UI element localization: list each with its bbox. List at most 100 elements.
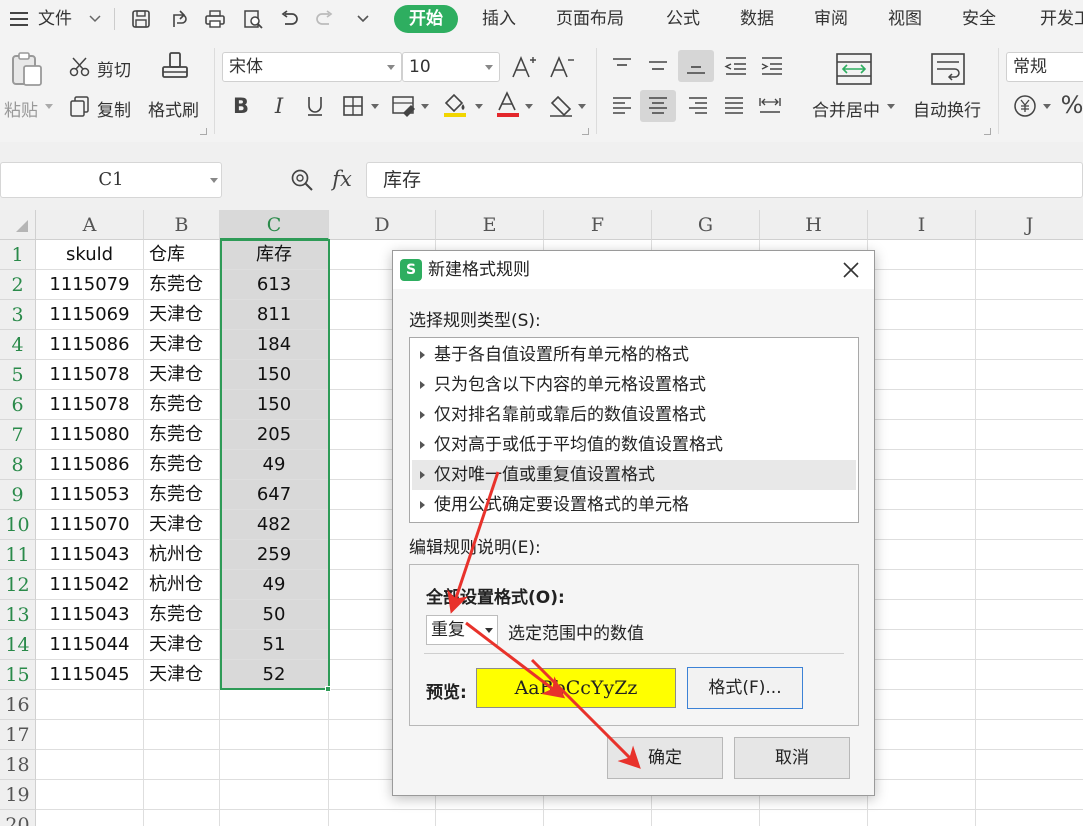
cell-c-17[interactable] <box>220 720 329 750</box>
column-header-h[interactable]: H <box>760 210 868 240</box>
cell-empty[interactable] <box>976 570 1083 600</box>
cell-a-11[interactable]: 1115043 <box>36 540 144 570</box>
cell-empty[interactable] <box>868 630 976 660</box>
borders-dropdown-icon[interactable] <box>371 104 379 109</box>
export-icon[interactable] <box>166 6 192 32</box>
cell-empty[interactable] <box>868 270 976 300</box>
column-header-g[interactable]: G <box>652 210 760 240</box>
duplicate-unique-select[interactable]: 重复 <box>426 615 498 645</box>
cell-a-1[interactable]: skuld <box>36 240 144 270</box>
row-header[interactable]: 4 <box>0 330 36 360</box>
cell-a-20[interactable] <box>36 810 144 826</box>
fill-color-dropdown-icon[interactable] <box>475 104 483 109</box>
cell-empty[interactable] <box>976 780 1083 810</box>
hamburger-menu-icon[interactable] <box>6 6 32 32</box>
cancel-button[interactable]: 取消 <box>734 737 850 779</box>
increase-font-size-icon[interactable] <box>510 52 538 82</box>
file-menu[interactable]: 文件 <box>38 0 72 38</box>
cell-c-20[interactable] <box>220 810 329 826</box>
cell-empty[interactable] <box>868 510 976 540</box>
merge-center-button[interactable]: 合并居中 <box>812 96 880 121</box>
font-size-select[interactable]: 10 <box>402 52 500 82</box>
cell-c-10[interactable]: 482 <box>220 510 329 540</box>
cell-a-6[interactable]: 1115078 <box>36 390 144 420</box>
cell-b-1[interactable]: 仓库 <box>144 240 220 270</box>
cell-empty[interactable] <box>868 810 976 826</box>
copy-button[interactable]: 复制 <box>97 96 131 121</box>
percent-icon[interactable]: % <box>1060 90 1083 120</box>
rule-type-item[interactable]: 仅对唯一值或重复值设置格式 <box>412 460 856 490</box>
cell-empty[interactable] <box>976 420 1083 450</box>
row-header[interactable]: 12 <box>0 570 36 600</box>
row-header[interactable]: 17 <box>0 720 36 750</box>
print-preview-icon[interactable] <box>240 6 266 32</box>
cell-b-11[interactable]: 杭州仓 <box>144 540 220 570</box>
cell-c-14[interactable]: 51 <box>220 630 329 660</box>
row-header[interactable]: 13 <box>0 600 36 630</box>
cell-empty[interactable] <box>544 810 652 826</box>
cell-c-6[interactable]: 150 <box>220 390 329 420</box>
cell-empty[interactable] <box>868 600 976 630</box>
decrease-font-size-icon[interactable] <box>548 52 576 82</box>
cell-b-5[interactable]: 天津仓 <box>144 360 220 390</box>
bold-icon[interactable]: B <box>228 92 254 120</box>
formula-input[interactable]: 库存 <box>366 162 1083 198</box>
cell-empty[interactable] <box>976 720 1083 750</box>
borders-icon[interactable] <box>340 92 366 120</box>
cell-a-3[interactable]: 1115069 <box>36 300 144 330</box>
column-header-j[interactable]: J <box>976 210 1083 240</box>
cell-c-9[interactable]: 647 <box>220 480 329 510</box>
cell-empty[interactable] <box>976 750 1083 780</box>
undo-icon[interactable] <box>276 6 302 32</box>
tab-home[interactable]: 开始 <box>394 5 458 33</box>
cell-c-4[interactable]: 184 <box>220 330 329 360</box>
chevron-down-icon[interactable] <box>82 6 108 32</box>
justify-icon[interactable] <box>720 92 748 120</box>
cell-c-13[interactable]: 50 <box>220 600 329 630</box>
cell-empty[interactable] <box>976 630 1083 660</box>
cell-c-1[interactable]: 库存 <box>220 240 329 270</box>
cell-empty[interactable] <box>436 810 544 826</box>
rule-type-item[interactable]: 只为包含以下内容的单元格设置格式 <box>412 370 856 400</box>
cell-a-9[interactable]: 1115053 <box>36 480 144 510</box>
cell-c-5[interactable]: 150 <box>220 360 329 390</box>
cell-empty[interactable] <box>868 750 976 780</box>
cell-empty[interactable] <box>976 360 1083 390</box>
cell-a-5[interactable]: 1115078 <box>36 360 144 390</box>
cell-empty[interactable] <box>868 300 976 330</box>
row-header[interactable]: 19 <box>0 780 36 810</box>
rule-type-item[interactable]: 仅对排名靠前或靠后的数值设置格式 <box>412 400 856 430</box>
cut-button[interactable]: 剪切 <box>97 56 131 81</box>
select-all-corner[interactable] <box>0 210 36 240</box>
rule-type-item[interactable]: 使用公式确定要设置格式的单元格 <box>412 490 856 520</box>
fill-color-icon[interactable] <box>440 90 470 120</box>
cell-b-12[interactable]: 杭州仓 <box>144 570 220 600</box>
cell-b-4[interactable]: 天津仓 <box>144 330 220 360</box>
font-group-launcher[interactable] <box>582 128 589 135</box>
row-header[interactable]: 9 <box>0 480 36 510</box>
column-header-b[interactable]: B <box>144 210 220 240</box>
cell-a-16[interactable] <box>36 690 144 720</box>
column-header-a[interactable]: A <box>36 210 144 240</box>
cell-style-dropdown-icon[interactable] <box>421 104 429 109</box>
redo-icon[interactable] <box>312 6 338 32</box>
cell-empty[interactable] <box>976 240 1083 270</box>
column-header-d[interactable]: D <box>329 210 436 240</box>
cell-c-7[interactable]: 205 <box>220 420 329 450</box>
row-header[interactable]: 3 <box>0 300 36 330</box>
cell-empty[interactable] <box>976 330 1083 360</box>
cell-empty[interactable] <box>868 330 976 360</box>
cell-empty[interactable] <box>976 480 1083 510</box>
cell-a-13[interactable]: 1115043 <box>36 600 144 630</box>
close-icon[interactable] <box>838 257 864 283</box>
distributed-align-icon[interactable] <box>756 92 784 120</box>
name-box[interactable]: C1 <box>0 162 222 198</box>
number-format-select[interactable]: 常规 <box>1006 52 1083 82</box>
zoom-search-icon[interactable] <box>288 166 316 194</box>
cell-a-8[interactable]: 1115086 <box>36 450 144 480</box>
align-left-icon[interactable] <box>608 92 636 120</box>
row-header[interactable]: 16 <box>0 690 36 720</box>
save-icon[interactable] <box>128 6 154 32</box>
row-header[interactable]: 10 <box>0 510 36 540</box>
row-header[interactable]: 20 <box>0 810 36 826</box>
